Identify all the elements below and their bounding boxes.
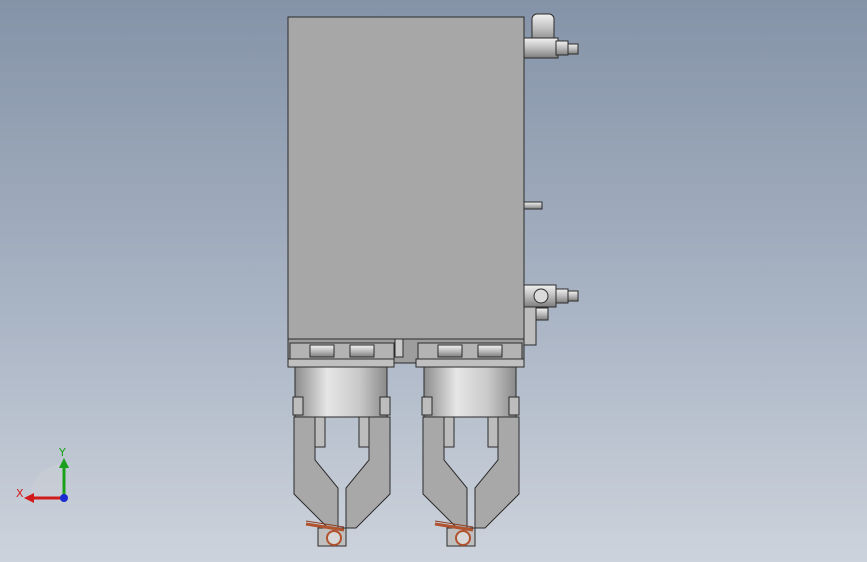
cad-viewport[interactable]: Y X	[0, 0, 867, 562]
gripper-model[interactable]: Y X	[0, 0, 867, 562]
right-gripper-jaws[interactable]	[422, 416, 520, 547]
orientation-triad: Y X	[16, 446, 69, 503]
lower-air-fitting[interactable]	[523, 284, 579, 346]
main-body	[287, 16, 525, 340]
left-flange	[287, 342, 395, 368]
left-gripper-jaws[interactable]	[293, 416, 391, 547]
right-cylinder	[421, 366, 520, 418]
left-cylinder	[292, 366, 391, 418]
axis-x-label: X	[16, 487, 24, 500]
upper-air-fitting[interactable]	[523, 13, 579, 59]
axis-y-label: Y	[58, 446, 66, 459]
middle-pin	[523, 201, 543, 210]
right-flange	[415, 342, 525, 368]
